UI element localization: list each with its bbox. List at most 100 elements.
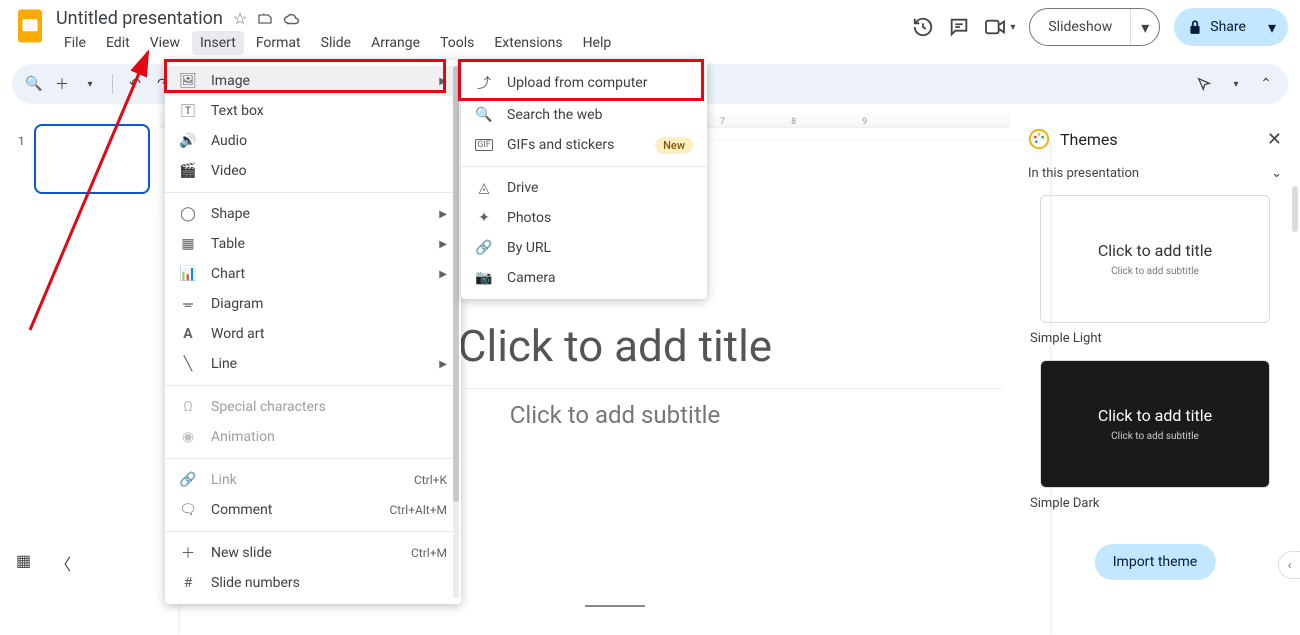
menu-item-label: Diagram xyxy=(211,296,263,312)
menu-item-new-slide[interactable]: ＋ New slide Ctrl+M xyxy=(165,538,461,568)
new-slide-icon[interactable]: ＋ xyxy=(52,74,72,94)
menu-item-line[interactable]: ╲ Line ▶ xyxy=(165,349,461,379)
menu-item-label: Image xyxy=(211,73,250,89)
chevron-down-icon: ⌄ xyxy=(1271,166,1282,181)
menu-item-chart[interactable]: 📊 Chart ▶ xyxy=(165,259,461,289)
submenu-item-photos[interactable]: ✦ Photos xyxy=(461,203,707,233)
menu-item-image[interactable]: 🖼 Image ▶ xyxy=(165,66,461,96)
side-panel-expand[interactable]: ‹ xyxy=(1278,551,1300,579)
prev-slide-icon[interactable]: 〈 xyxy=(55,551,71,575)
menu-edit[interactable]: Edit xyxy=(98,31,138,55)
close-icon[interactable]: ✕ xyxy=(1267,129,1282,150)
themes-section-toggle[interactable]: In this presentation ⌄ xyxy=(1028,158,1282,195)
submenu-item-upload[interactable]: ⤴ Upload from computer xyxy=(461,66,707,100)
grid-view-icon[interactable]: ▦ xyxy=(16,551,31,575)
menu-file[interactable]: File xyxy=(56,31,94,55)
share-label: Share xyxy=(1210,19,1246,35)
menu-item-label: New slide xyxy=(211,545,272,561)
theme-card-dark[interactable]: Click to add title Click to add subtitle xyxy=(1040,360,1270,488)
history-icon[interactable] xyxy=(912,16,934,38)
link-icon: 🔗 xyxy=(475,240,493,256)
text-box-icon: 🅃 xyxy=(179,101,197,121)
undo-icon[interactable]: ↶ xyxy=(125,76,145,92)
menu-item-label: Link xyxy=(211,472,237,488)
search-icon[interactable]: 🔍 xyxy=(24,76,44,92)
menu-format[interactable]: Format xyxy=(248,31,309,55)
slide-separator xyxy=(585,605,645,607)
line-icon: ╲ xyxy=(179,356,197,372)
menu-item-slide-numbers[interactable]: # Slide numbers xyxy=(165,568,461,598)
new-slide-dropdown-icon[interactable]: ▾ xyxy=(80,79,100,90)
theme-name-dark: Simple Dark xyxy=(1030,496,1282,511)
shape-icon: ◯ xyxy=(179,206,197,222)
audio-icon: 🔊 xyxy=(179,133,197,149)
lock-icon xyxy=(1188,19,1202,35)
menu-item-label: Special characters xyxy=(211,399,326,415)
comments-icon[interactable] xyxy=(948,16,970,38)
menu-item-diagram[interactable]: ᚚ Diagram xyxy=(165,289,461,319)
menu-item-label: Line xyxy=(211,356,237,372)
upload-icon: ⤴ xyxy=(475,73,493,93)
menu-item-label: Slide numbers xyxy=(211,575,300,591)
menu-item-table[interactable]: ▦ Table ▶ xyxy=(165,229,461,259)
theme-card-light[interactable]: Click to add title Click to add subtitle xyxy=(1040,195,1270,323)
photos-icon: ✦ xyxy=(475,210,493,226)
table-icon: ▦ xyxy=(179,236,197,252)
menu-item-label: Chart xyxy=(211,266,245,282)
menu-item-text-box[interactable]: 🅃 Text box xyxy=(165,96,461,126)
menu-slide[interactable]: Slide xyxy=(313,31,359,55)
meet-icon[interactable]: ▾ xyxy=(984,18,1015,36)
slide-thumbnail[interactable] xyxy=(34,124,150,194)
move-icon[interactable] xyxy=(257,11,273,27)
insert-menu-scrollbar[interactable] xyxy=(453,66,459,598)
comment-icon: 🗨 xyxy=(179,502,197,518)
share-dropdown-icon[interactable]: ▾ xyxy=(1256,18,1288,37)
menu-insert[interactable]: Insert xyxy=(192,31,244,55)
menu-item-link: 🔗 Link Ctrl+K xyxy=(165,465,461,495)
menu-item-label: Animation xyxy=(211,429,275,445)
slideshow-button[interactable]: Slideshow ▾ xyxy=(1029,8,1160,46)
menu-item-animation: ◉ Animation xyxy=(165,422,461,452)
menu-item-shape[interactable]: ◯ Shape ▶ xyxy=(165,199,461,229)
menu-view[interactable]: View xyxy=(142,31,188,55)
hash-icon: # xyxy=(179,575,197,591)
submenu-arrow-icon: ▶ xyxy=(439,209,447,220)
menu-item-label: Upload from computer xyxy=(507,75,647,91)
submenu-item-gifs[interactable]: GIF GIFs and stickers New xyxy=(461,130,707,160)
share-button[interactable]: Share ▾ xyxy=(1174,8,1288,46)
cursor-dropdown-icon[interactable]: ▾ xyxy=(1226,79,1246,90)
menu-arrange[interactable]: Arrange xyxy=(363,31,428,55)
themes-scrollbar[interactable] xyxy=(1292,186,1298,232)
theme-preview-title: Click to add title xyxy=(1098,406,1212,425)
menu-item-word-art[interactable]: A Word art xyxy=(165,319,461,349)
slides-logo[interactable] xyxy=(12,8,48,44)
slideshow-dropdown-icon[interactable]: ▾ xyxy=(1131,18,1159,37)
menu-item-label: Photos xyxy=(507,210,551,226)
submenu-item-drive[interactable]: ◬ Drive xyxy=(461,173,707,203)
menu-item-audio[interactable]: 🔊 Audio xyxy=(165,126,461,156)
menu-item-video[interactable]: 🎬 Video xyxy=(165,156,461,186)
link-icon: 🔗 xyxy=(179,472,197,488)
ruler-tick: 8 xyxy=(791,117,796,127)
menu-item-label: Table xyxy=(211,236,245,252)
menu-item-label: Drive xyxy=(507,180,538,196)
submenu-item-search-web[interactable]: 🔍 Search the web xyxy=(461,100,707,130)
cloud-status-icon[interactable] xyxy=(283,12,301,26)
import-theme-button[interactable]: Import theme xyxy=(1095,544,1216,580)
menu-item-label: GIFs and stickers xyxy=(507,137,614,153)
menu-tools[interactable]: Tools xyxy=(432,31,482,55)
themes-panel: Themes ✕ In this presentation ⌄ Click to… xyxy=(1010,110,1300,592)
star-icon[interactable]: ☆ xyxy=(233,9,247,28)
menu-extensions[interactable]: Extensions xyxy=(486,31,570,55)
submenu-item-camera[interactable]: 📷 Camera xyxy=(461,263,707,293)
document-title[interactable]: Untitled presentation xyxy=(56,8,223,29)
submenu-item-by-url[interactable]: 🔗 By URL xyxy=(461,233,707,263)
camera-icon: 📷 xyxy=(475,270,493,286)
menu-help[interactable]: Help xyxy=(575,31,620,55)
slideshow-label[interactable]: Slideshow xyxy=(1030,9,1131,45)
word-art-icon: A xyxy=(179,326,197,342)
cursor-icon[interactable] xyxy=(1196,76,1216,92)
collapse-icon[interactable]: ⌃ xyxy=(1256,76,1276,92)
insert-menu: 🖼 Image ▶ 🅃 Text box 🔊 Audio 🎬 Video ◯ S… xyxy=(165,60,461,604)
menu-item-comment[interactable]: 🗨 Comment Ctrl+Alt+M xyxy=(165,495,461,525)
